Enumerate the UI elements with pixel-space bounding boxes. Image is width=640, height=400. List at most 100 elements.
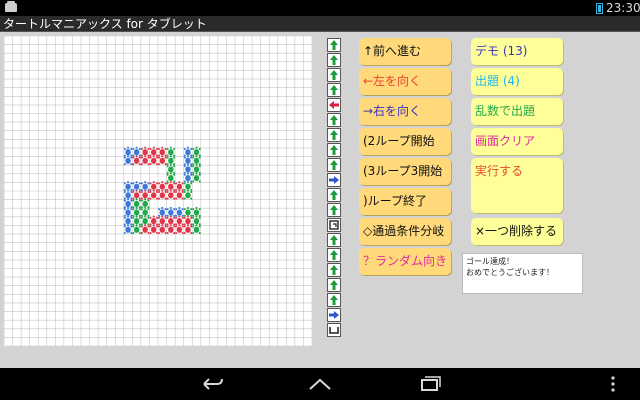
turtle-mark <box>149 155 158 166</box>
turtle-mark <box>166 181 176 191</box>
result-message-line2: おめでとうございます！ <box>466 268 554 277</box>
turtle-mark <box>132 189 141 200</box>
turtle-mark <box>192 224 201 235</box>
turtle-mark <box>192 215 201 226</box>
turtle-mark <box>166 155 176 166</box>
turtle-mark <box>192 163 201 174</box>
home-icon[interactable] <box>306 374 334 394</box>
main-content: ↑前へ進む ←左を向く →右を向く (2ループ開始 (3ループ3開始 )ループ終… <box>0 32 640 368</box>
loop-end-button[interactable]: )ループ終了 <box>359 188 451 215</box>
result-message-line1: ゴール達成！ <box>466 257 514 266</box>
turtle-mark <box>183 215 193 226</box>
loop-icon[interactable] <box>327 218 341 232</box>
battery-icon <box>596 3 603 14</box>
menu-dots-icon[interactable] <box>606 374 620 394</box>
turtle-mark <box>175 181 184 191</box>
branch-condition-button[interactable]: ◇通過条件分岐 <box>359 218 451 245</box>
right-arrow-icon[interactable] <box>327 308 341 322</box>
game-controller-icon <box>5 1 17 12</box>
turtle-mark <box>123 155 133 166</box>
turtle-mark <box>140 215 150 226</box>
turtle-mark <box>183 146 193 157</box>
turtle-mark <box>140 224 150 235</box>
recents-icon[interactable] <box>416 374 444 394</box>
turtle-mark <box>140 181 150 191</box>
turtle-mark <box>132 224 141 235</box>
turtle-mark <box>140 198 150 209</box>
up-arrow-icon[interactable] <box>327 158 341 172</box>
loop3-start-button[interactable]: (3ループ3開始 <box>359 158 451 185</box>
turtle-mark <box>132 155 141 166</box>
turtle-mark <box>175 189 184 200</box>
turtle-grid-svg <box>4 36 312 346</box>
app-title-bar: タートルマニアックス for タブレット <box>0 16 640 32</box>
turtle-mark <box>183 224 193 235</box>
loop-end-icon[interactable] <box>327 323 341 337</box>
turtle-mark <box>158 189 167 200</box>
loop2-start-button[interactable]: (2ループ開始 <box>359 128 451 155</box>
turtle-mark <box>166 189 176 200</box>
turtle-mark <box>166 224 176 235</box>
turtle-mark <box>123 189 133 200</box>
random-direction-button[interactable]: ？ランダム向き <box>359 248 451 275</box>
turtle-mark <box>166 146 176 157</box>
result-message-box: ゴール達成！ おめでとうございます！ <box>462 253 583 294</box>
turtle-mark <box>123 181 133 191</box>
turtle-mark <box>192 146 201 157</box>
up-arrow-icon[interactable] <box>327 293 341 307</box>
turn-right-button[interactable]: →右を向く <box>359 98 451 125</box>
up-arrow-icon[interactable] <box>327 248 341 262</box>
up-arrow-icon[interactable] <box>327 263 341 277</box>
turtle-mark <box>149 215 158 226</box>
turtle-mark <box>140 155 150 166</box>
demo-button[interactable]: デモ (13) <box>471 38 563 65</box>
turtle-mark <box>123 215 133 226</box>
up-arrow-icon[interactable] <box>327 233 341 247</box>
turtle-mark <box>132 146 141 157</box>
run-button[interactable]: 実行する <box>471 158 563 213</box>
turtle-mark <box>192 155 201 166</box>
up-arrow-icon[interactable] <box>327 278 341 292</box>
back-icon[interactable] <box>198 374 226 394</box>
turtle-mark <box>183 189 193 200</box>
turtle-mark <box>183 155 193 166</box>
turtle-mark <box>123 146 133 157</box>
turtle-mark <box>158 146 167 157</box>
turtle-mark <box>123 206 133 217</box>
turtle-mark <box>149 146 158 157</box>
turtle-mark <box>192 206 201 217</box>
up-arrow-icon[interactable] <box>327 128 341 142</box>
turtle-mark <box>158 215 167 226</box>
turtle-mark <box>132 206 141 217</box>
turtle-mark <box>183 181 193 191</box>
turtle-canvas[interactable] <box>4 36 312 346</box>
turtle-mark <box>123 224 133 235</box>
up-arrow-icon[interactable] <box>327 38 341 52</box>
turn-left-button[interactable]: ←左を向く <box>359 68 451 95</box>
turtle-mark <box>175 215 184 226</box>
turtle-mark <box>183 172 193 183</box>
delete-one-button[interactable]: ×一つ削除する <box>471 218 563 245</box>
right-arrow-icon[interactable] <box>327 173 341 187</box>
up-arrow-icon[interactable] <box>327 188 341 202</box>
clear-screen-button[interactable]: 画面クリア <box>471 128 563 155</box>
command-sequence <box>327 38 343 338</box>
turtle-mark <box>132 181 141 191</box>
question-button[interactable]: 出題 (4) <box>471 68 563 95</box>
turtle-mark <box>183 206 193 217</box>
turtle-mark <box>140 146 150 157</box>
up-arrow-icon[interactable] <box>327 53 341 67</box>
up-arrow-icon[interactable] <box>327 68 341 82</box>
turtle-mark <box>166 163 176 174</box>
up-arrow-icon[interactable] <box>327 203 341 217</box>
up-arrow-icon[interactable] <box>327 83 341 97</box>
random-question-button[interactable]: 乱数で出題 <box>471 98 563 125</box>
up-arrow-icon[interactable] <box>327 113 341 127</box>
turtle-mark <box>175 206 184 217</box>
turtle-mark <box>132 198 141 209</box>
move-forward-button[interactable]: ↑前へ進む <box>359 38 451 65</box>
up-arrow-icon[interactable] <box>327 143 341 157</box>
turtle-mark <box>183 163 193 174</box>
left-arrow-icon[interactable] <box>327 98 341 112</box>
turtle-mark <box>140 189 150 200</box>
